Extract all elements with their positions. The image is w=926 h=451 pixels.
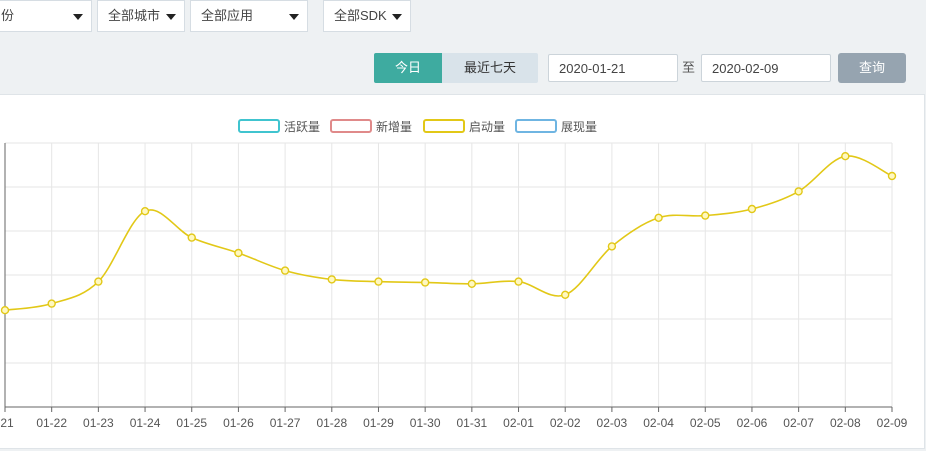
chevron-down-icon — [73, 14, 83, 20]
x-tick-label: 01-23 — [83, 416, 114, 430]
chevron-down-icon — [289, 14, 299, 20]
chart-series — [0, 152, 897, 315]
data-point — [234, 248, 243, 258]
date-range-bar: 今日 最近七天 至 查询 — [0, 36, 926, 92]
chevron-down-icon — [392, 14, 402, 20]
chart-panel: 活跃量 新增量 启动量 展现量 -21 01-22 01-23 01-24 01-25 01-2… — [0, 94, 925, 449]
x-tick-label: 01-25 — [176, 416, 207, 430]
x-tick-label: 02-02 — [550, 416, 581, 430]
legend-swatch — [238, 119, 280, 133]
city-dropdown[interactable]: 全部城市 — [97, 0, 185, 32]
data-point — [374, 277, 383, 286]
x-tick-label: 02-06 — [737, 416, 768, 430]
legend-item: 展现量 — [515, 119, 597, 134]
x-tick-label: 01-24 — [130, 416, 161, 430]
x-tick-label: 02-07 — [783, 416, 814, 430]
legend-item: 新增量 — [330, 119, 412, 134]
series-line — [4, 155, 893, 311]
x-tick-label: 02-04 — [643, 416, 674, 430]
tab-today[interactable]: 今日 — [374, 53, 442, 83]
data-point — [607, 242, 617, 251]
x-tick-label: 02-08 — [830, 416, 861, 430]
data-point — [420, 278, 430, 287]
x-tick-label: 02-09 — [877, 416, 908, 430]
x-tick-label: 02-01 — [503, 416, 534, 430]
app-dropdown[interactable]: 全部应用 — [190, 0, 308, 32]
data-point — [0, 305, 10, 315]
province-dropdown-label: 份 — [1, 8, 15, 23]
data-point — [327, 275, 336, 284]
x-tick-label: 01-26 — [223, 416, 254, 430]
data-point — [280, 266, 290, 275]
sdk-dropdown[interactable]: 全部SDK — [323, 0, 411, 32]
line-chart: 活跃量 新增量 启动量 展现量 -21 01-22 01-23 01-24 01-25 01-2… — [0, 119, 908, 430]
x-tick-label: 01-29 — [363, 416, 394, 430]
query-button[interactable]: 查询 — [838, 53, 906, 83]
x-tick-label: 01-27 — [270, 416, 301, 430]
legend-item: 启动量 — [423, 119, 505, 134]
date-range-separator: 至 — [682, 60, 696, 75]
data-point — [94, 277, 103, 286]
sdk-dropdown-label: 全部SDK — [334, 8, 387, 23]
city-dropdown-label: 全部城市 — [108, 8, 161, 23]
app-dropdown-label: 全部应用 — [201, 8, 254, 23]
chart-legend: 活跃量 新增量 启动量 展现量 — [238, 119, 597, 134]
start-date-input[interactable] — [548, 54, 678, 82]
chart-grid — [4, 142, 893, 408]
data-point — [747, 204, 757, 214]
legend-label: 新增量 — [376, 119, 412, 134]
x-tick-label: 01-28 — [316, 416, 347, 430]
x-axis-ticks: -21 01-22 01-23 01-24 01-25 01-26 01-27 01-28 01… — [0, 407, 908, 430]
data-point — [841, 152, 850, 161]
x-tick-label: 01-22 — [36, 416, 67, 430]
province-dropdown[interactable]: 份 — [0, 0, 92, 32]
filter-bar: 份 全部城市 全部应用 全部SDK — [0, 0, 926, 36]
x-tick-label: 01-31 — [456, 416, 487, 430]
data-point — [561, 290, 570, 300]
data-point — [140, 206, 150, 216]
legend-swatch — [330, 119, 372, 133]
tab-last-seven-days[interactable]: 最近七天 — [442, 53, 538, 83]
x-tick-label: 01-30 — [410, 416, 441, 430]
end-date-input[interactable] — [701, 54, 831, 82]
legend-swatch — [423, 119, 465, 133]
data-point — [514, 277, 523, 286]
legend-swatch — [515, 119, 557, 133]
legend-label: 启动量 — [469, 120, 505, 134]
x-tick-label: 02-05 — [690, 416, 721, 430]
x-tick-label: -21 — [0, 416, 14, 430]
data-point — [887, 171, 897, 181]
data-point — [187, 233, 196, 242]
data-point — [701, 211, 710, 220]
data-point — [467, 279, 477, 289]
legend-item: 活跃量 — [238, 119, 320, 134]
data-point — [47, 299, 56, 308]
data-point — [794, 187, 803, 196]
x-tick-label: 02-03 — [597, 416, 628, 430]
legend-label: 活跃量 — [284, 120, 320, 134]
legend-label: 展现量 — [561, 120, 597, 134]
chevron-down-icon — [166, 14, 176, 20]
data-point — [654, 213, 663, 223]
